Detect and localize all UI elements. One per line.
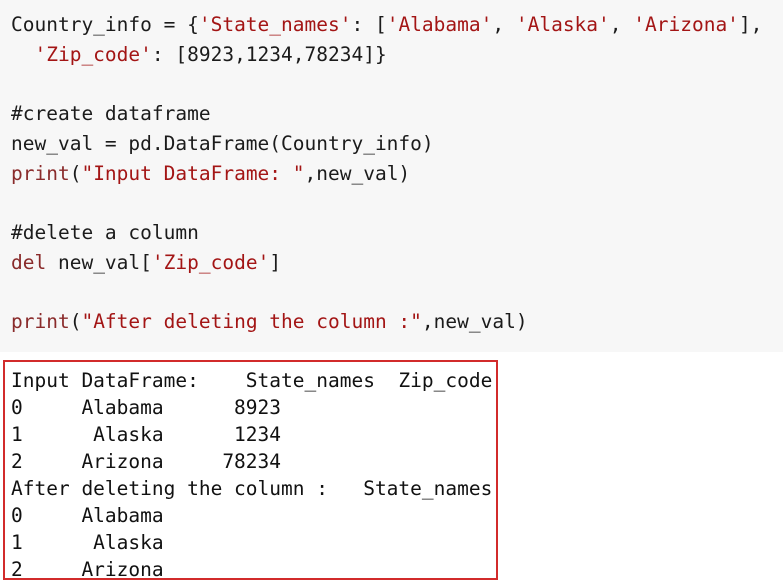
code-line-del: del new_val['Zip_code'] xyxy=(11,248,281,278)
code-token: ( xyxy=(69,162,82,185)
code-string: 'Alabama' xyxy=(386,13,493,36)
code-token: ( xyxy=(69,310,82,333)
code-string: 'Alaska' xyxy=(515,13,610,36)
code-string: 'Arizona' xyxy=(633,13,739,36)
code-string: 'State_names' xyxy=(198,13,352,36)
code-cell[interactable]: Country_info = {'State_names': ['Alabama… xyxy=(0,0,783,352)
code-token: Country_info = { xyxy=(11,13,199,36)
code-string: "After deleting the column :" xyxy=(81,310,422,333)
code-line-zip: 'Zip_code': [8923,1234,78234]} xyxy=(11,40,387,70)
code-line-print-after: print("After deleting the column :",new_… xyxy=(11,307,528,337)
code-keyword: del xyxy=(11,251,47,274)
code-token: , xyxy=(492,13,516,36)
code-string: 'Zip_code' xyxy=(34,43,152,66)
code-string: 'Zip_code' xyxy=(151,251,270,274)
code-token: new_val[ xyxy=(46,251,152,274)
output-panel: Input DataFrame: State_names Zip_code 0 … xyxy=(3,360,498,581)
code-line-dict-start: Country_info = {'State_names': ['Alabama… xyxy=(11,10,762,40)
output-line: 2 Arizona 78234 xyxy=(11,450,282,473)
output-line: 1 Alaska xyxy=(11,531,164,554)
code-token: ], xyxy=(738,13,763,36)
output-line: 0 Alabama xyxy=(11,504,164,527)
code-token: , xyxy=(609,13,634,36)
output-line: 1 Alaska 1234 xyxy=(11,423,282,446)
code-keyword: print xyxy=(11,162,70,185)
code-token: ,new_val) xyxy=(304,162,411,185)
output-line: After deleting the column : State_names xyxy=(11,477,493,500)
output-line: Input DataFrame: State_names Zip_code xyxy=(11,369,493,392)
code-token: ] xyxy=(269,251,282,274)
code-comment-create: #create dataframe xyxy=(11,102,211,125)
code-token: : [8923,1234,78234]} xyxy=(151,43,387,66)
code-string: "Input DataFrame: " xyxy=(81,162,305,185)
code-keyword: print xyxy=(11,310,70,333)
output-line: 0 Alabama 8923 xyxy=(11,396,282,419)
output-line: 2 Arizona xyxy=(11,558,164,581)
code-token: ,new_val) xyxy=(421,310,528,333)
code-token: : [ xyxy=(351,13,387,36)
code-comment-delete: #delete a column xyxy=(11,221,199,244)
code-line-print-input: print("Input DataFrame: ",new_val) xyxy=(11,159,410,189)
code-line-dataframe: new_val = pd.DataFrame(Country_info) xyxy=(11,132,434,155)
